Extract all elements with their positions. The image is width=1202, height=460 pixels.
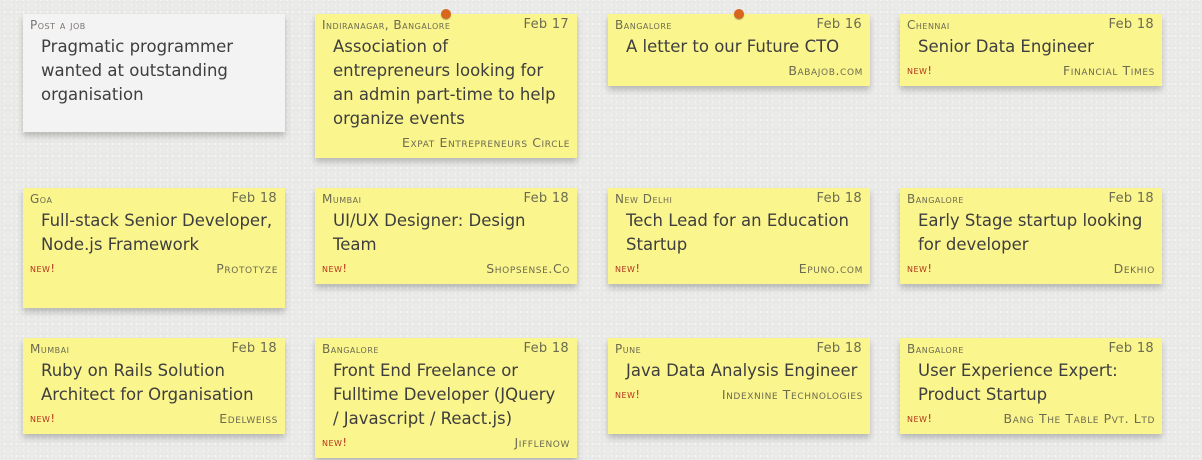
- job-company: Epuno.com: [798, 261, 863, 276]
- job-date: Feb 18: [523, 341, 569, 356]
- job-company: Financial Times: [1062, 63, 1155, 78]
- job-company: Bang The Table Pvt. Ltd: [1003, 411, 1155, 426]
- job-card[interactable]: Bangalore Feb 16 A letter to our Future …: [608, 9, 870, 86]
- job-title[interactable]: Front End Freelance or Fulltime Develope…: [315, 358, 577, 431]
- job-card[interactable]: Bangalore Feb 18 Front End Freelance or …: [315, 338, 577, 458]
- job-location: New Delhi: [615, 192, 673, 206]
- job-location: Indiranagar, Bangalore: [322, 18, 451, 32]
- job-company: Dekhio: [1113, 261, 1155, 276]
- job-location: Goa: [30, 192, 53, 206]
- job-date: Feb 18: [523, 191, 569, 206]
- job-card[interactable]: Indiranagar, Bangalore Feb 17 Associatio…: [315, 9, 577, 158]
- job-title[interactable]: Association of entrepreneurs looking for…: [315, 34, 577, 131]
- job-company: Shopsense.Co: [486, 261, 570, 276]
- new-badge: new!: [615, 388, 641, 401]
- new-badge: new!: [907, 262, 933, 275]
- job-title[interactable]: Tech Lead for an Education Startup: [608, 208, 870, 257]
- new-badge: new!: [30, 262, 56, 275]
- job-company: Prototyze: [216, 261, 278, 276]
- job-company: Expat Entrepreneurs Circle: [402, 135, 570, 150]
- new-badge: new!: [322, 436, 348, 449]
- new-badge: new!: [322, 262, 348, 275]
- job-date: Feb 18: [1108, 17, 1154, 32]
- job-date: Feb 18: [231, 191, 277, 206]
- job-card[interactable]: Mumbai Feb 18 Ruby on Rails Solution Arc…: [23, 338, 285, 434]
- job-card[interactable]: New Delhi Feb 18 Tech Lead for an Educat…: [608, 188, 870, 284]
- job-location: Mumbai: [30, 342, 70, 356]
- job-date: Feb 18: [816, 341, 862, 356]
- job-date: Feb 18: [816, 191, 862, 206]
- post-job-label: Post a job: [30, 18, 86, 32]
- job-location: Bangalore: [322, 342, 379, 356]
- job-location: Pune: [615, 342, 642, 356]
- job-title[interactable]: Java Data Analysis Engineer: [608, 358, 870, 383]
- job-location: Bangalore: [907, 342, 964, 356]
- job-date: Feb 17: [523, 17, 569, 32]
- job-company: Jifflenow: [514, 435, 570, 450]
- job-card[interactable]: Chennai Feb 18 Senior Data Engineer new!…: [900, 14, 1162, 86]
- job-location: Mumbai: [322, 192, 362, 206]
- new-badge: new!: [907, 412, 933, 425]
- new-badge: new!: [907, 64, 933, 77]
- post-job-title: Pragmatic programmer wanted at outstandi…: [41, 37, 234, 104]
- post-job-card[interactable]: Post a job Pragmatic programmer wanted a…: [23, 14, 285, 132]
- job-title[interactable]: Ruby on Rails Solution Architect for Org…: [23, 358, 285, 407]
- job-card[interactable]: Mumbai Feb 18 UI/UX Designer: Design Tea…: [315, 188, 577, 284]
- job-company: Edelweiss: [219, 411, 278, 426]
- job-date: Feb 16: [816, 17, 862, 32]
- job-card[interactable]: Bangalore Feb 18 User Experience Expert:…: [900, 338, 1162, 434]
- card-header: Post a job: [23, 14, 285, 34]
- job-title[interactable]: Early Stage startup looking for develope…: [900, 208, 1162, 257]
- job-card[interactable]: Goa Feb 18 Full-stack Senior Developer, …: [23, 188, 285, 308]
- job-date: Feb 18: [1108, 341, 1154, 356]
- new-badge: new!: [615, 262, 641, 275]
- new-badge: new!: [30, 412, 56, 425]
- job-title[interactable]: User Experience Expert: Product Startup: [900, 358, 1162, 407]
- job-location: Bangalore: [615, 18, 672, 32]
- job-title[interactable]: A letter to our Future CTO: [608, 34, 870, 59]
- job-date: Feb 18: [1108, 191, 1154, 206]
- job-card[interactable]: Bangalore Feb 18 Early Stage startup loo…: [900, 188, 1162, 284]
- job-title[interactable]: Full-stack Senior Developer, Node.js Fra…: [23, 208, 285, 257]
- job-title[interactable]: UI/UX Designer: Design Team: [315, 208, 577, 257]
- job-date: Feb 18: [231, 341, 277, 356]
- job-card[interactable]: Pune Feb 18 Java Data Analysis Engineer …: [608, 338, 870, 434]
- job-title[interactable]: Senior Data Engineer: [900, 34, 1162, 59]
- job-location: Bangalore: [907, 192, 964, 206]
- job-company: Indexnine Technologies: [721, 387, 863, 402]
- job-location: Chennai: [907, 18, 950, 32]
- job-company: Babajob.com: [788, 63, 863, 78]
